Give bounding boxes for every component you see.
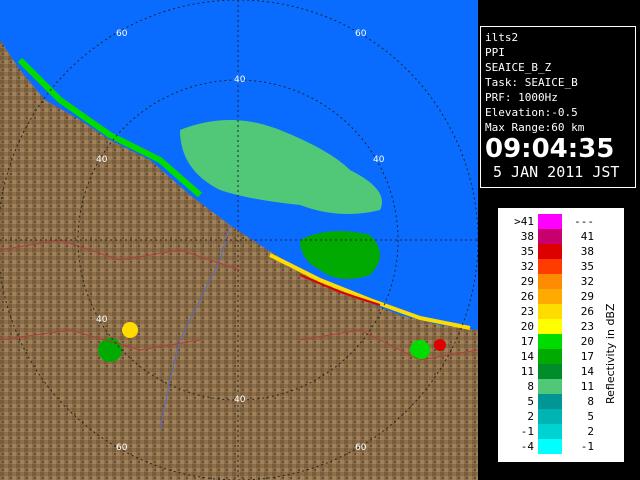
- legend-color-swatch: [538, 304, 562, 319]
- legend-color-swatch: [538, 274, 562, 289]
- product-name: SEAICE_B_Z: [485, 61, 552, 74]
- legend-row: 38 41: [498, 229, 598, 244]
- range-label: 40: [96, 315, 108, 325]
- legend-upper-bound: 38: [580, 245, 594, 258]
- legend-row: 29 32: [498, 274, 598, 289]
- scan-mode: PPI: [485, 46, 505, 59]
- legend-color-swatch: [538, 439, 562, 454]
- legend-upper-bound: 2: [587, 425, 594, 438]
- legend-upper-bound: 11: [580, 380, 594, 393]
- legend-upper-bound: 8: [587, 395, 594, 408]
- legend-upper-bound: 20: [580, 335, 594, 348]
- legend-upper-bound: 32: [580, 275, 594, 288]
- legend-color-swatch: [538, 364, 562, 379]
- legend-row: 17 20: [498, 334, 598, 349]
- legend-row: 26 29: [498, 289, 598, 304]
- legend-upper-bound: -1: [580, 440, 594, 453]
- legend-lower-bound: 17: [520, 335, 534, 348]
- radar-info-panel: ilts2 PPI SEAICE_B_Z Task: SEAICE_B PRF:…: [480, 26, 636, 188]
- legend-upper-bound: 41: [580, 230, 594, 243]
- inland-echo: [434, 339, 446, 351]
- range-label: 40: [96, 155, 108, 165]
- legend-upper-bound: 17: [580, 350, 594, 363]
- legend-lower-bound: >41: [514, 215, 534, 228]
- legend-lower-bound: 38: [520, 230, 534, 243]
- legend-row: 25: [498, 409, 598, 424]
- legend-upper-bound: 35: [580, 260, 594, 273]
- legend-color-swatch: [538, 394, 562, 409]
- legend-lower-bound: 32: [520, 260, 534, 273]
- elevation-value: Elevation:-0.5: [485, 106, 578, 119]
- legend-title-text: Reflectivity in dBZ: [604, 303, 617, 404]
- legend-lower-bound: 2: [527, 410, 534, 423]
- range-label: 40: [373, 155, 385, 165]
- legend-lower-bound: -1: [520, 425, 534, 438]
- legend-upper-bound: 23: [580, 320, 594, 333]
- legend-row: 32 35: [498, 259, 598, 274]
- legend-lower-bound: 11: [520, 365, 534, 378]
- range-label: 60: [355, 29, 367, 39]
- legend-color-swatch: [538, 229, 562, 244]
- scan-date: 5 JAN 2011 JST: [493, 163, 620, 181]
- legend-color-swatch: [538, 289, 562, 304]
- legend-upper-bound: 29: [580, 290, 594, 303]
- legend-lower-bound: 23: [520, 305, 534, 318]
- legend-row: 35 38: [498, 244, 598, 259]
- legend-color-swatch: [538, 379, 562, 394]
- range-label: 60: [116, 443, 128, 453]
- legend-lower-bound: 35: [520, 245, 534, 258]
- legend-upper-bound: ---: [574, 215, 594, 228]
- legend-title: Reflectivity in dBZ: [602, 268, 618, 408]
- range-label: 40: [234, 395, 246, 405]
- legend-row: 23 26: [498, 304, 598, 319]
- legend-row: 20 23: [498, 319, 598, 334]
- legend-color-swatch: [538, 319, 562, 334]
- legend-color-swatch: [538, 409, 562, 424]
- legend-row: -4 -1: [498, 439, 598, 454]
- legend-upper-bound: 14: [580, 365, 594, 378]
- scan-time: 09:04:35: [485, 134, 615, 164]
- legend-lower-bound: 29: [520, 275, 534, 288]
- legend-row: 11 14: [498, 364, 598, 379]
- legend-lower-bound: 20: [520, 320, 534, 333]
- legend-color-swatch: [538, 334, 562, 349]
- legend-color-swatch: [538, 424, 562, 439]
- legend-lower-bound: 26: [520, 290, 534, 303]
- reflectivity-legend: >41 --- 38 41 35 38 32 35 29 32 26 29 23 26 20 23 17 20 14…: [498, 208, 624, 462]
- legend-row: >41 ---: [498, 214, 598, 229]
- legend-lower-bound: -4: [520, 440, 534, 453]
- radar-ppi-map: 60 40 60 40 40 40 40 60 60: [0, 0, 478, 480]
- inland-echo: [122, 322, 138, 338]
- task-name: Task: SEAICE_B: [485, 76, 578, 89]
- legend-lower-bound: 14: [520, 350, 534, 363]
- range-label: 60: [116, 29, 128, 39]
- legend-upper-bound: 26: [580, 305, 594, 318]
- legend-color-swatch: [538, 244, 562, 259]
- legend-row: -1 2: [498, 424, 598, 439]
- range-label: 40: [234, 75, 246, 85]
- max-range-value: Max Range:60 km: [485, 121, 585, 134]
- legend-upper-bound: 5: [587, 410, 594, 423]
- range-label: 60: [355, 443, 367, 453]
- legend-color-swatch: [538, 214, 562, 229]
- legend-color-swatch: [538, 259, 562, 274]
- legend-lower-bound: 8: [527, 380, 534, 393]
- prf-value: PRF: 1000Hz: [485, 91, 558, 104]
- legend-lower-bound: 5: [527, 395, 534, 408]
- legend-row: 8 11: [498, 379, 598, 394]
- legend-row: 58: [498, 394, 598, 409]
- radar-name: ilts2: [485, 31, 519, 44]
- legend-color-swatch: [538, 349, 562, 364]
- legend-row: 14 17: [498, 349, 598, 364]
